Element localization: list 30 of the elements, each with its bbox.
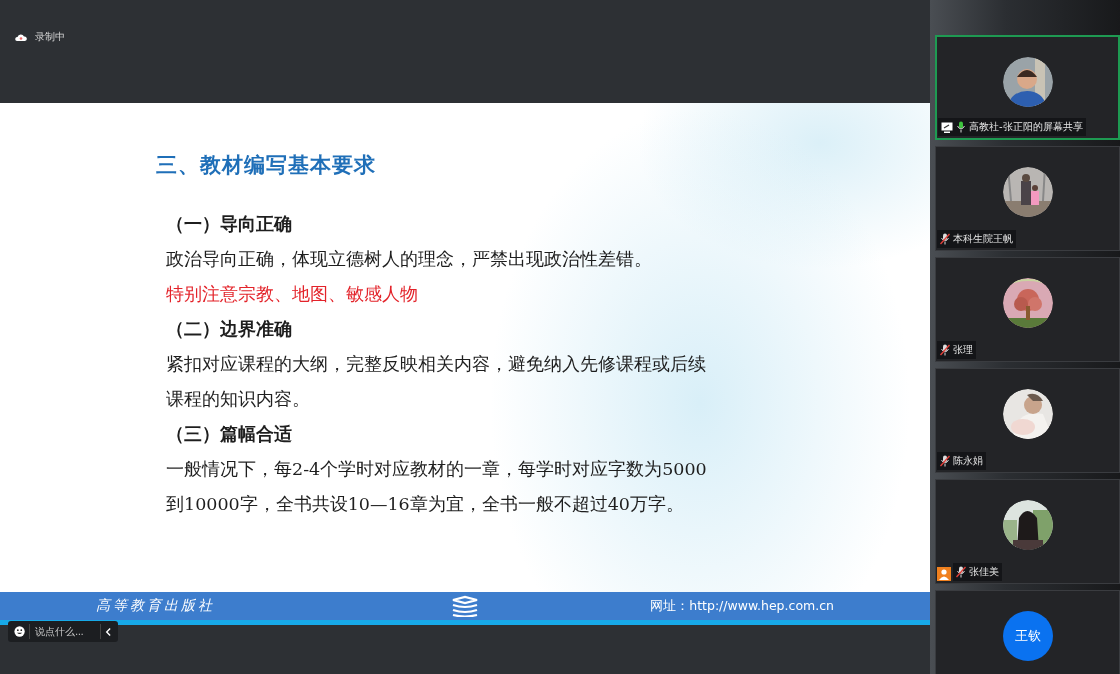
- participant-name: 高教社-张正阳的屏幕共享: [969, 120, 1083, 134]
- cloud-icon: [15, 33, 27, 41]
- recording-label: 录制中: [35, 30, 65, 44]
- section-heading: （二）边界准确: [166, 318, 293, 341]
- body-text: 政治导向正确，体现立德树人的理念，严禁出现政治性差错。: [166, 248, 653, 271]
- body-text: 到10000字，全书共设10—16章为宜，全书一般不超过40万字。: [166, 493, 685, 516]
- chevron-icon[interactable]: [105, 626, 112, 637]
- participant-name: 陈永娟: [953, 454, 983, 468]
- avatar-circle: 王钦: [1002, 611, 1053, 661]
- slide-title: 三、教材编写基本要求: [156, 152, 377, 179]
- participant-tile[interactable]: 张佳美: [935, 479, 1120, 584]
- book-stack-icon: [450, 595, 480, 617]
- section-heading: （三）篇幅合适: [166, 423, 293, 446]
- participant-name: 本科生院王帆: [953, 232, 1013, 246]
- participant-tile[interactable]: 高教社-张正阳的屏幕共享: [935, 35, 1120, 140]
- body-text: 一般情况下，每2-4个学时对应教材的一章，每学时对应字数为5000: [166, 458, 708, 481]
- warning-text: 特别注意宗教、地图、敏感人物: [166, 283, 419, 306]
- participant-tile[interactable]: 王钦: [935, 590, 1120, 674]
- publisher-name: 高等教育出版社: [96, 597, 216, 615]
- participant-tile[interactable]: 陈永娟: [935, 368, 1120, 473]
- participant-name: 张佳美: [969, 565, 999, 579]
- body-text: 紧扣对应课程的大纲，完整反映相关内容，避免纳入先修课程或后续: [166, 353, 707, 376]
- participant-name: 张理: [953, 343, 973, 357]
- body-text: 课程的知识内容。: [166, 388, 311, 411]
- participant-tile[interactable]: 张理: [935, 257, 1120, 362]
- website-text: 网址：http://www.hep.com.cn: [649, 597, 834, 615]
- smiley-icon: [14, 625, 26, 638]
- participant-tile[interactable]: 本科生院王帆: [935, 146, 1120, 251]
- section-heading: （一）导向正确: [166, 213, 293, 236]
- chat-field[interactable]: 说点什么...: [8, 621, 118, 642]
